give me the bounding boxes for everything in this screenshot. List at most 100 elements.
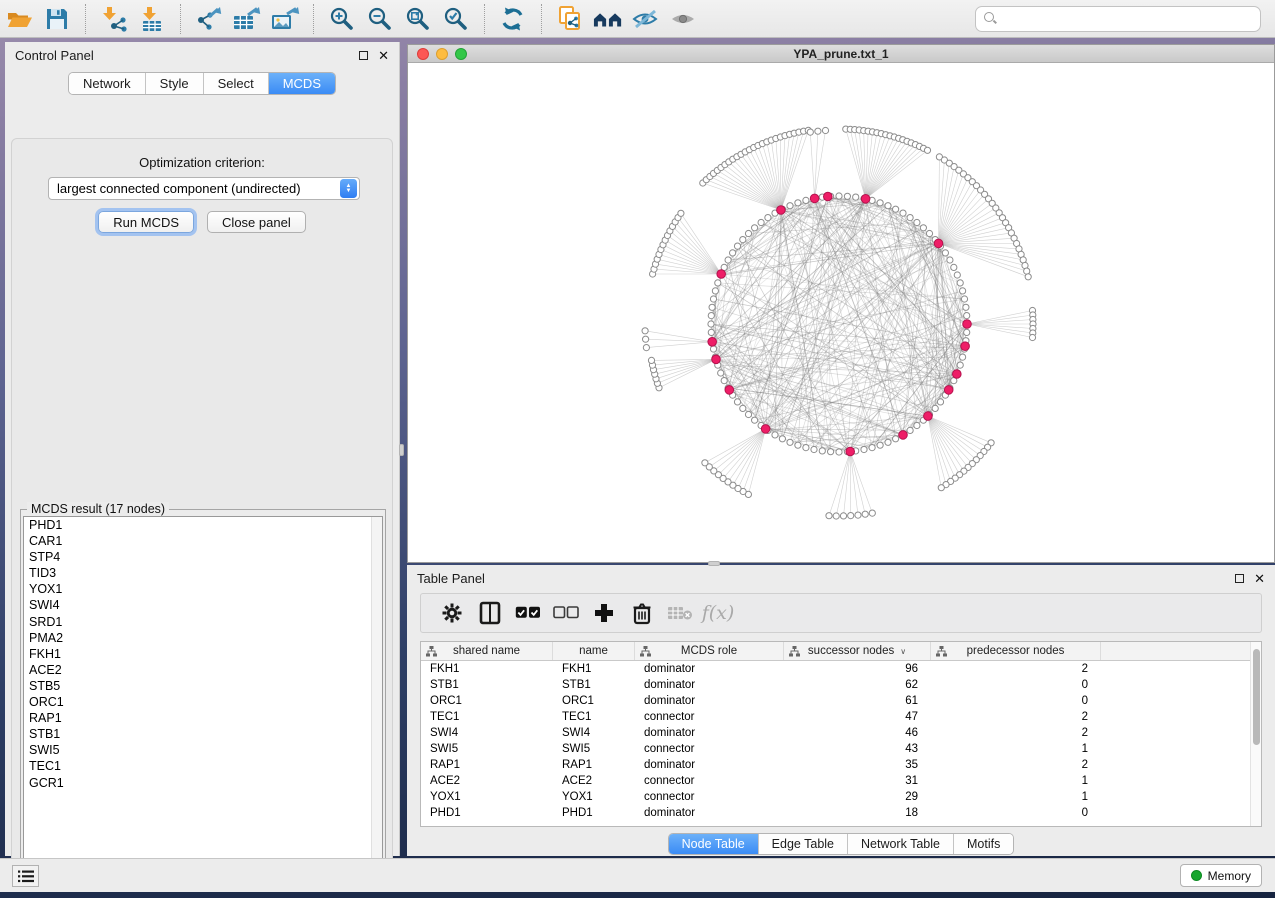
import-network-file-icon[interactable] — [99, 5, 129, 33]
horizontal-splitter-handle[interactable] — [708, 561, 720, 566]
apply-layout-refresh-icon[interactable] — [498, 5, 528, 33]
table-row[interactable]: ACE2ACE2connector311 — [421, 773, 1261, 789]
search-box[interactable] — [975, 6, 1261, 32]
mcds-list-scrollbar[interactable] — [371, 517, 382, 873]
add-column-icon[interactable] — [585, 598, 623, 628]
mcds-result-item[interactable]: ACE2 — [24, 662, 382, 678]
mcds-result-item[interactable]: TID3 — [24, 565, 382, 581]
zoom-selected-region-icon[interactable] — [441, 5, 471, 33]
table-cell: SWI5 — [421, 741, 553, 757]
vertical-splitter-handle[interactable] — [399, 444, 404, 456]
table-cell: dominator — [635, 693, 784, 709]
table-cell: ORC1 — [553, 693, 635, 709]
table-row[interactable]: TEC1TEC1connector472 — [421, 709, 1261, 725]
save-session-icon[interactable] — [42, 5, 72, 33]
show-columns-icon[interactable] — [471, 598, 509, 628]
tab-motifs[interactable]: Motifs — [954, 834, 1013, 854]
mcds-result-item[interactable]: STB1 — [24, 726, 382, 742]
table-cell: 62 — [784, 677, 931, 693]
table-row[interactable]: STB1STB1dominator620 — [421, 677, 1261, 693]
close-panel-icon[interactable]: ✕ — [378, 51, 389, 60]
mcds-result-item[interactable]: ORC1 — [24, 694, 382, 710]
mcds-result-item[interactable]: FKH1 — [24, 646, 382, 662]
mcds-result-item[interactable]: PHD1 — [24, 517, 382, 533]
column-header-predecessor-nodes[interactable]: predecessor nodes — [931, 642, 1101, 660]
column-header-successor-nodes[interactable]: successor nodes∨ — [784, 642, 931, 660]
table-cell: ACE2 — [553, 773, 635, 789]
table-row[interactable]: PHD1PHD1dominator180 — [421, 805, 1261, 821]
zoom-fit-content-icon[interactable] — [403, 5, 433, 33]
node-table[interactable]: shared namenameMCDS rolesuccessor nodes∨… — [420, 641, 1262, 827]
column-header-name[interactable]: name — [553, 642, 635, 660]
delete-columns-icon[interactable] — [623, 598, 661, 628]
export-network-icon[interactable] — [194, 5, 224, 33]
table-cell: PHD1 — [553, 805, 635, 821]
hide-selected-icon[interactable] — [631, 5, 661, 33]
table-row[interactable]: ORC1ORC1dominator610 — [421, 693, 1261, 709]
tab-node-table[interactable]: Node Table — [669, 834, 759, 854]
mcds-result-list[interactable]: PHD1CAR1STP4TID3YOX1SWI4SRD1PMA2FKH1ACE2… — [23, 516, 383, 874]
table-row[interactable]: RAP1RAP1dominator352 — [421, 757, 1261, 773]
table-cell: 47 — [784, 709, 931, 725]
deselect-all-rows-icon[interactable] — [547, 598, 585, 628]
run-mcds-button[interactable]: Run MCDS — [98, 211, 194, 233]
new-network-from-selection-icon[interactable] — [555, 5, 585, 33]
mcds-result-item[interactable]: SRD1 — [24, 614, 382, 630]
open-session-icon[interactable] — [4, 5, 34, 33]
table-cell: 61 — [784, 693, 931, 709]
mcds-result-item[interactable]: SWI4 — [24, 597, 382, 613]
tab-select[interactable]: Select — [204, 73, 269, 94]
table-row[interactable]: SWI4SWI4dominator462 — [421, 725, 1261, 741]
control-panel-title: Control Panel — [15, 48, 94, 63]
float-panel-icon[interactable] — [1235, 574, 1244, 583]
float-panel-icon[interactable] — [359, 51, 368, 60]
select-all-rows-icon[interactable] — [509, 598, 547, 628]
network-window-titlebar[interactable]: YPA_prune.txt_1 — [408, 45, 1274, 63]
tab-style[interactable]: Style — [146, 73, 204, 94]
table-cell: 2 — [931, 709, 1101, 725]
column-header-MCDS-role[interactable]: MCDS role — [635, 642, 784, 660]
first-neighbors-icon[interactable] — [593, 5, 623, 33]
table-row[interactable]: YOX1YOX1connector291 — [421, 789, 1261, 805]
criterion-dropdown[interactable]: largest connected component (undirected)… — [48, 177, 360, 200]
tab-mcds[interactable]: MCDS — [269, 73, 335, 94]
mcds-result-item[interactable]: TEC1 — [24, 758, 382, 774]
export-image-icon[interactable] — [270, 5, 300, 33]
criterion-dropdown-value: largest connected component (undirected) — [49, 181, 340, 196]
table-options-gear-icon[interactable] — [433, 598, 471, 628]
network-canvas[interactable] — [408, 63, 1274, 562]
table-cell: 1 — [931, 773, 1101, 789]
zoom-in-icon[interactable] — [327, 5, 357, 33]
table-cell: TEC1 — [421, 709, 553, 725]
mcds-result-item[interactable]: SWI5 — [24, 742, 382, 758]
table-cell: connector — [635, 789, 784, 805]
mcds-result-item[interactable]: RAP1 — [24, 710, 382, 726]
tab-network[interactable]: Network — [69, 73, 146, 94]
tab-edge-table[interactable]: Edge Table — [759, 834, 848, 854]
close-panel-icon[interactable]: ✕ — [1254, 574, 1265, 583]
table-row[interactable]: FKH1FKH1dominator962 — [421, 661, 1261, 677]
mcds-result-item[interactable]: STB5 — [24, 678, 382, 694]
mcds-result-item[interactable]: YOX1 — [24, 581, 382, 597]
table-cell: connector — [635, 773, 784, 789]
mcds-result-item[interactable]: CAR1 — [24, 533, 382, 549]
zoom-out-icon[interactable] — [365, 5, 395, 33]
mcds-result-item[interactable]: GCR1 — [24, 775, 382, 791]
memory-button[interactable]: Memory — [1180, 864, 1262, 887]
column-header-shared-name[interactable]: shared name — [421, 642, 553, 660]
mcds-result-item[interactable]: PMA2 — [24, 630, 382, 646]
table-cell: STB1 — [553, 677, 635, 693]
export-table-icon[interactable] — [232, 5, 262, 33]
table-row[interactable]: SWI5SWI5connector431 — [421, 741, 1261, 757]
task-history-button[interactable] — [12, 865, 39, 887]
table-scrollbar-thumb[interactable] — [1253, 649, 1260, 745]
tab-network-table[interactable]: Network Table — [848, 834, 954, 854]
show-all-icon[interactable] — [669, 5, 699, 33]
table-scrollbar[interactable] — [1250, 642, 1261, 826]
search-input[interactable] — [1002, 12, 1260, 26]
table-cell: 2 — [931, 757, 1101, 773]
table-cell: ORC1 — [421, 693, 553, 709]
mcds-result-item[interactable]: STP4 — [24, 549, 382, 565]
import-table-file-icon[interactable] — [137, 5, 167, 33]
close-panel-button[interactable]: Close panel — [207, 211, 306, 233]
